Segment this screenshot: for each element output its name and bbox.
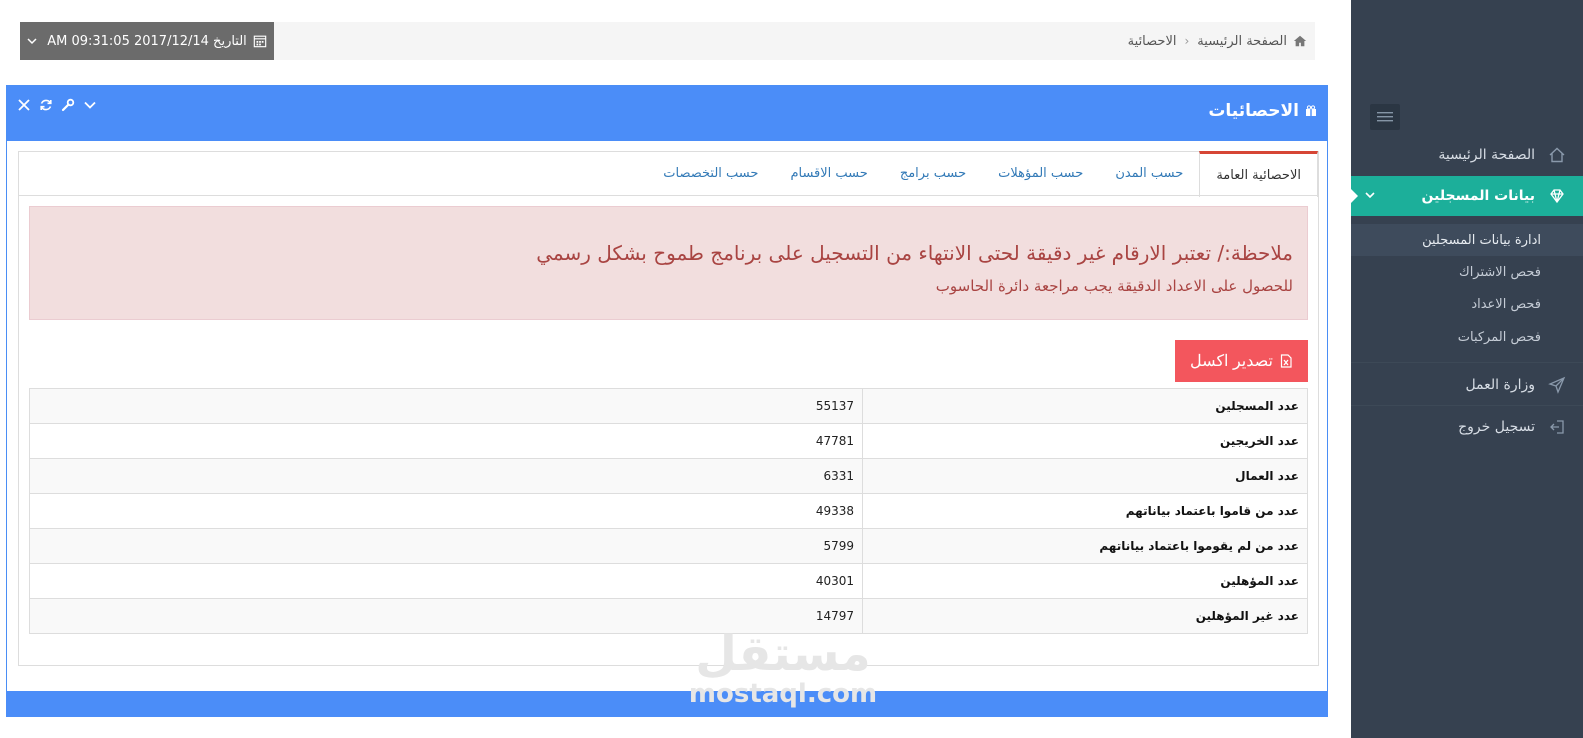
active-indicator	[1350, 188, 1358, 204]
portlet-header: الاحصائيات	[7, 86, 1327, 141]
alert-line-1: ملاحظة:/ تعتبر الارقام غير دقيقة لحتى ال…	[536, 241, 1293, 265]
sidebar-item-registrants[interactable]: بيانات المسجلين	[1350, 176, 1583, 216]
stat-value: 55137	[29, 388, 863, 424]
home-outline-icon	[1547, 145, 1567, 165]
statistics-portlet: الاحصائيات الاحصائية العامة حسب المدن حس…	[6, 85, 1328, 717]
date-label: التاريخ 2017/12/14 09:31:05 AM	[47, 33, 247, 49]
sidebar-item-labor-ministry[interactable]: وزارة العمل	[1351, 370, 1583, 400]
stat-value: 5799	[29, 528, 863, 564]
statistics-table: عدد المسجلين 55137 عدد الخريجين 47781 عد…	[29, 388, 1308, 634]
sidebar-item-label: وزارة العمل	[1465, 377, 1535, 393]
sidebar-subitem-subscription-check[interactable]: فحص الاشتراك	[1351, 256, 1583, 288]
stat-value: 47781	[29, 423, 863, 459]
table-row: عدد المسجلين 55137	[29, 388, 1308, 424]
export-excel-label: تصدير اكسل	[1190, 353, 1273, 370]
table-row: عدد غير المؤهلين 14797	[29, 598, 1308, 634]
sidebar-item-label: بيانات المسجلين	[1421, 188, 1536, 204]
stat-label: عدد غير المؤهلين	[862, 598, 1308, 634]
tab-general-statistics[interactable]: الاحصائية العامة	[1199, 151, 1318, 197]
tab-by-programs[interactable]: حسب برامج	[884, 152, 982, 194]
portlet-footer	[6, 691, 1328, 717]
stat-value: 14797	[29, 598, 863, 634]
table-row: عدد العمال 6331	[29, 458, 1308, 494]
refresh-icon[interactable]	[39, 98, 53, 112]
tab-by-cities[interactable]: حسب المدن	[1099, 152, 1199, 194]
table-row: عدد المؤهلين 40301	[29, 563, 1308, 599]
excel-file-icon	[1280, 354, 1292, 368]
stat-value: 49338	[29, 493, 863, 529]
stat-label: عدد من قاموا باعتماد بياناتهم	[862, 493, 1308, 529]
portlet-tools	[17, 98, 97, 112]
stat-label: عدد الخريجين	[862, 423, 1308, 459]
note-alert: ملاحظة:/ تعتبر الارقام غير دقيقة لحتى ال…	[29, 206, 1308, 320]
table-row: عدد الخريجين 47781	[29, 423, 1308, 459]
tab-by-departments[interactable]: حسب الاقسام	[774, 152, 883, 194]
stat-label: عدد العمال	[862, 458, 1308, 494]
sidebar: الصفحة الرئيسية بيانات المسجلين ادارة بي…	[1350, 0, 1583, 738]
sidebar-item-logout[interactable]: تسجيل خروج	[1351, 412, 1583, 442]
sidebar-divider	[1351, 362, 1583, 363]
sidebar-item-label: تسجيل خروج	[1458, 419, 1535, 435]
breadcrumb-separator: ‹	[1184, 34, 1190, 48]
stat-label: عدد من لم يقوموا باعتماد بياناتهم	[862, 528, 1308, 564]
sidebar-item-label: الصفحة الرئيسية	[1438, 147, 1535, 163]
stat-value: 6331	[29, 458, 863, 494]
chevron-down-icon	[27, 38, 37, 45]
wrench-icon[interactable]	[61, 98, 75, 112]
breadcrumb: الصفحة الرئيسية ‹ الاحصائية	[1128, 22, 1315, 60]
paper-plane-icon	[1547, 375, 1567, 395]
chevron-down-icon	[1365, 192, 1375, 199]
breadcrumb-home-link[interactable]: الصفحة الرئيسية	[1197, 34, 1287, 49]
calendar-icon	[253, 35, 267, 48]
portlet-title: الاحصائيات	[1208, 101, 1317, 121]
close-icon[interactable]	[17, 98, 31, 112]
tab-panel: الاحصائية العامة حسب المدن حسب المؤهلات …	[18, 151, 1319, 666]
date-range-picker[interactable]: التاريخ 2017/12/14 09:31:05 AM	[20, 22, 274, 60]
stat-label: عدد المسجلين	[862, 388, 1308, 424]
table-row: عدد من قاموا باعتماد بياناتهم 49338	[29, 493, 1308, 529]
home-icon	[1293, 35, 1307, 47]
tab-by-specializations[interactable]: حسب التخصصات	[647, 152, 774, 194]
stat-value: 40301	[29, 563, 863, 599]
tabs-divider	[19, 195, 1318, 196]
breadcrumb-current: الاحصائية	[1127, 33, 1177, 49]
menu-icon	[1377, 112, 1393, 122]
stat-label: عدد المؤهلين	[862, 563, 1308, 599]
tab-by-qualifications[interactable]: حسب المؤهلات	[982, 152, 1099, 194]
collapse-chevron-icon[interactable]	[83, 98, 97, 112]
export-excel-button[interactable]: تصدير اكسل	[1175, 340, 1308, 382]
tabs-nav: الاحصائية العامة حسب المدن حسب المؤهلات …	[647, 151, 1318, 197]
logout-icon	[1547, 417, 1567, 437]
table-row: عدد من لم يقوموا باعتماد بياناتهم 5799	[29, 528, 1308, 564]
sidebar-subitem-count-check[interactable]: فحص الاعداد	[1351, 288, 1583, 320]
sidebar-subitem-manage-registrants[interactable]: ادارة بيانات المسجلين	[1351, 224, 1583, 256]
diamond-icon	[1547, 186, 1567, 206]
sidebar-toggle-button[interactable]	[1370, 104, 1400, 130]
gift-icon	[1306, 105, 1316, 116]
alert-line-2: للحصول على الاعداد الدقيقة يجب مراجعة دا…	[935, 277, 1293, 295]
sidebar-subitem-vehicles-check[interactable]: فحص المركبات	[1351, 321, 1583, 353]
portlet-title-text: الاحصائيات	[1208, 101, 1299, 121]
sidebar-divider	[1351, 405, 1583, 406]
sidebar-item-home[interactable]: الصفحة الرئيسية	[1351, 140, 1583, 170]
